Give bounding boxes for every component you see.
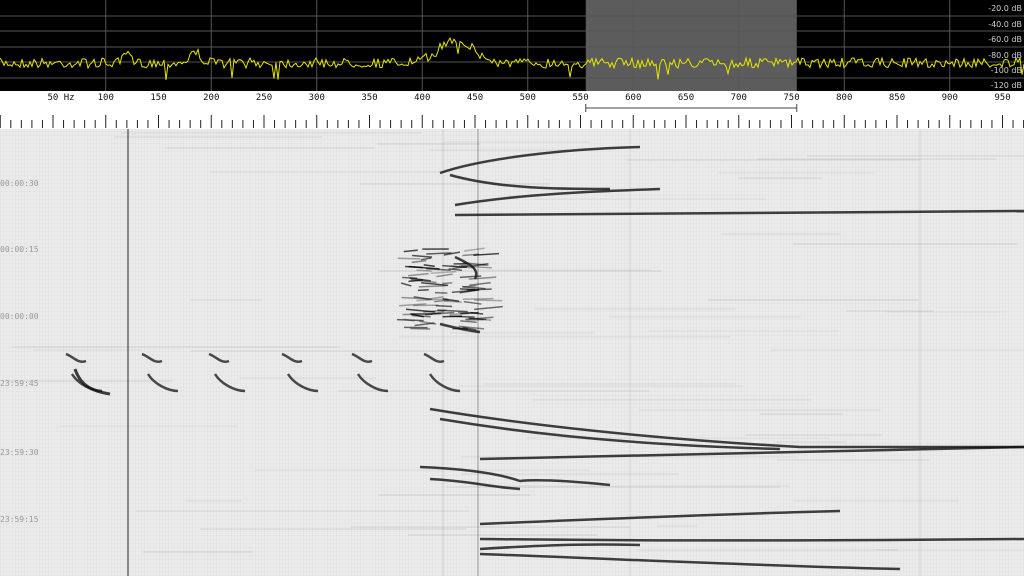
signal-burst xyxy=(403,318,415,322)
spectrum-trace xyxy=(0,36,1024,80)
time-label: 23:59:15 xyxy=(0,515,39,524)
signal-burst xyxy=(411,259,427,264)
signal-burst xyxy=(400,282,412,287)
freq-label: 800 xyxy=(836,93,853,103)
time-label: 00:00:15 xyxy=(0,245,39,254)
hook-burst xyxy=(423,352,445,363)
freq-label: 750 xyxy=(783,93,800,103)
signal-burst xyxy=(466,288,492,291)
signal-burst xyxy=(468,276,497,280)
freq-label: 850 xyxy=(888,93,906,103)
signal-burst xyxy=(408,272,429,277)
signal-burst xyxy=(442,282,453,285)
hook-burst xyxy=(281,352,303,363)
signal-burst xyxy=(416,269,432,272)
signal-trace xyxy=(479,543,641,551)
hook-burst xyxy=(428,373,461,393)
frequency-ruler[interactable]: 50 Hz 100 150 200 250 300 350 400 450 500 550 600 6… xyxy=(0,91,1024,129)
hook-burst xyxy=(141,352,163,363)
freq-label: 550 xyxy=(572,93,589,103)
signal-burst xyxy=(403,249,418,253)
time-label: 23:59:45 xyxy=(0,379,39,388)
freq-label: 500 xyxy=(519,93,536,103)
signal-trace xyxy=(454,209,1024,217)
signal-trace xyxy=(429,407,1024,449)
signal-trace xyxy=(454,187,661,207)
signal-burst xyxy=(463,300,482,305)
freq-label: 200 xyxy=(203,93,220,103)
hook-burst xyxy=(208,352,230,363)
hook-burst xyxy=(70,373,103,393)
db-label: -80.0 dB xyxy=(988,51,1022,60)
selection-highlight xyxy=(585,0,797,91)
freq-unit-label: 50 Hz xyxy=(47,93,75,103)
signal-burst xyxy=(436,273,453,278)
hook-burst xyxy=(65,352,87,363)
waterfall-display[interactable]: 00:00:30 00:00:15 00:00:00 23:59:45 23:5… xyxy=(0,129,1024,576)
freq-label: 950 xyxy=(994,93,1011,103)
signal-burst xyxy=(442,315,463,318)
db-label: -40.0 dB xyxy=(988,20,1022,29)
signal-burst xyxy=(449,312,470,316)
signal-burst xyxy=(463,247,485,252)
freq-label: 450 xyxy=(466,93,484,103)
spectrum-plot xyxy=(0,0,1024,91)
time-label: 00:00:00 xyxy=(0,312,39,321)
freq-label: 400 xyxy=(414,93,431,103)
freq-label: 100 xyxy=(97,93,114,103)
signal-trace xyxy=(479,537,1024,542)
time-label: 23:59:30 xyxy=(0,448,39,457)
signal-trace xyxy=(479,509,841,526)
db-label: -20.0 dB xyxy=(988,4,1022,13)
signal-trace xyxy=(449,173,611,191)
signal-burst xyxy=(462,297,494,301)
spectrum-panel[interactable]: -20.0 dB -40.0 dB -60.0 dB -80.0 dB -100… xyxy=(0,0,1024,91)
signal-burst xyxy=(469,281,491,286)
hook-burst xyxy=(146,373,179,393)
db-label: -60.0 dB xyxy=(988,35,1022,44)
signal-burst xyxy=(420,257,432,261)
signal-burst xyxy=(460,320,477,323)
freq-label: 300 xyxy=(308,93,325,103)
signal-burst xyxy=(417,289,429,292)
signal-trace xyxy=(439,145,641,175)
signal-burst xyxy=(397,257,421,260)
db-label: -100 dB xyxy=(990,66,1022,75)
waterfall-traces xyxy=(2,129,1024,576)
signal-burst xyxy=(412,254,433,258)
signal-burst xyxy=(443,300,462,303)
signal-burst xyxy=(414,322,435,327)
signal-burst xyxy=(423,264,435,267)
freq-label: 150 xyxy=(150,93,167,103)
signal-burst xyxy=(418,284,447,288)
freq-label: 600 xyxy=(625,93,642,103)
hook-burst xyxy=(213,373,246,393)
signal-burst xyxy=(411,314,431,318)
signal-burst xyxy=(435,304,453,308)
signal-trace xyxy=(479,552,901,571)
freq-label: 250 xyxy=(255,93,273,103)
freq-label: 700 xyxy=(730,93,747,103)
time-label: 00:00:30 xyxy=(0,179,39,188)
signal-burst xyxy=(474,299,503,302)
hook-burst xyxy=(351,352,373,363)
freq-label: 650 xyxy=(677,93,695,103)
hook-burst xyxy=(356,373,389,393)
signal-burst xyxy=(401,296,432,300)
signal-burst xyxy=(430,270,457,274)
db-label: -120 dB xyxy=(990,81,1022,90)
signal-trace xyxy=(439,417,781,451)
freq-label: 900 xyxy=(941,93,958,103)
freq-label: 350 xyxy=(361,93,378,103)
hook-burst xyxy=(286,373,319,393)
